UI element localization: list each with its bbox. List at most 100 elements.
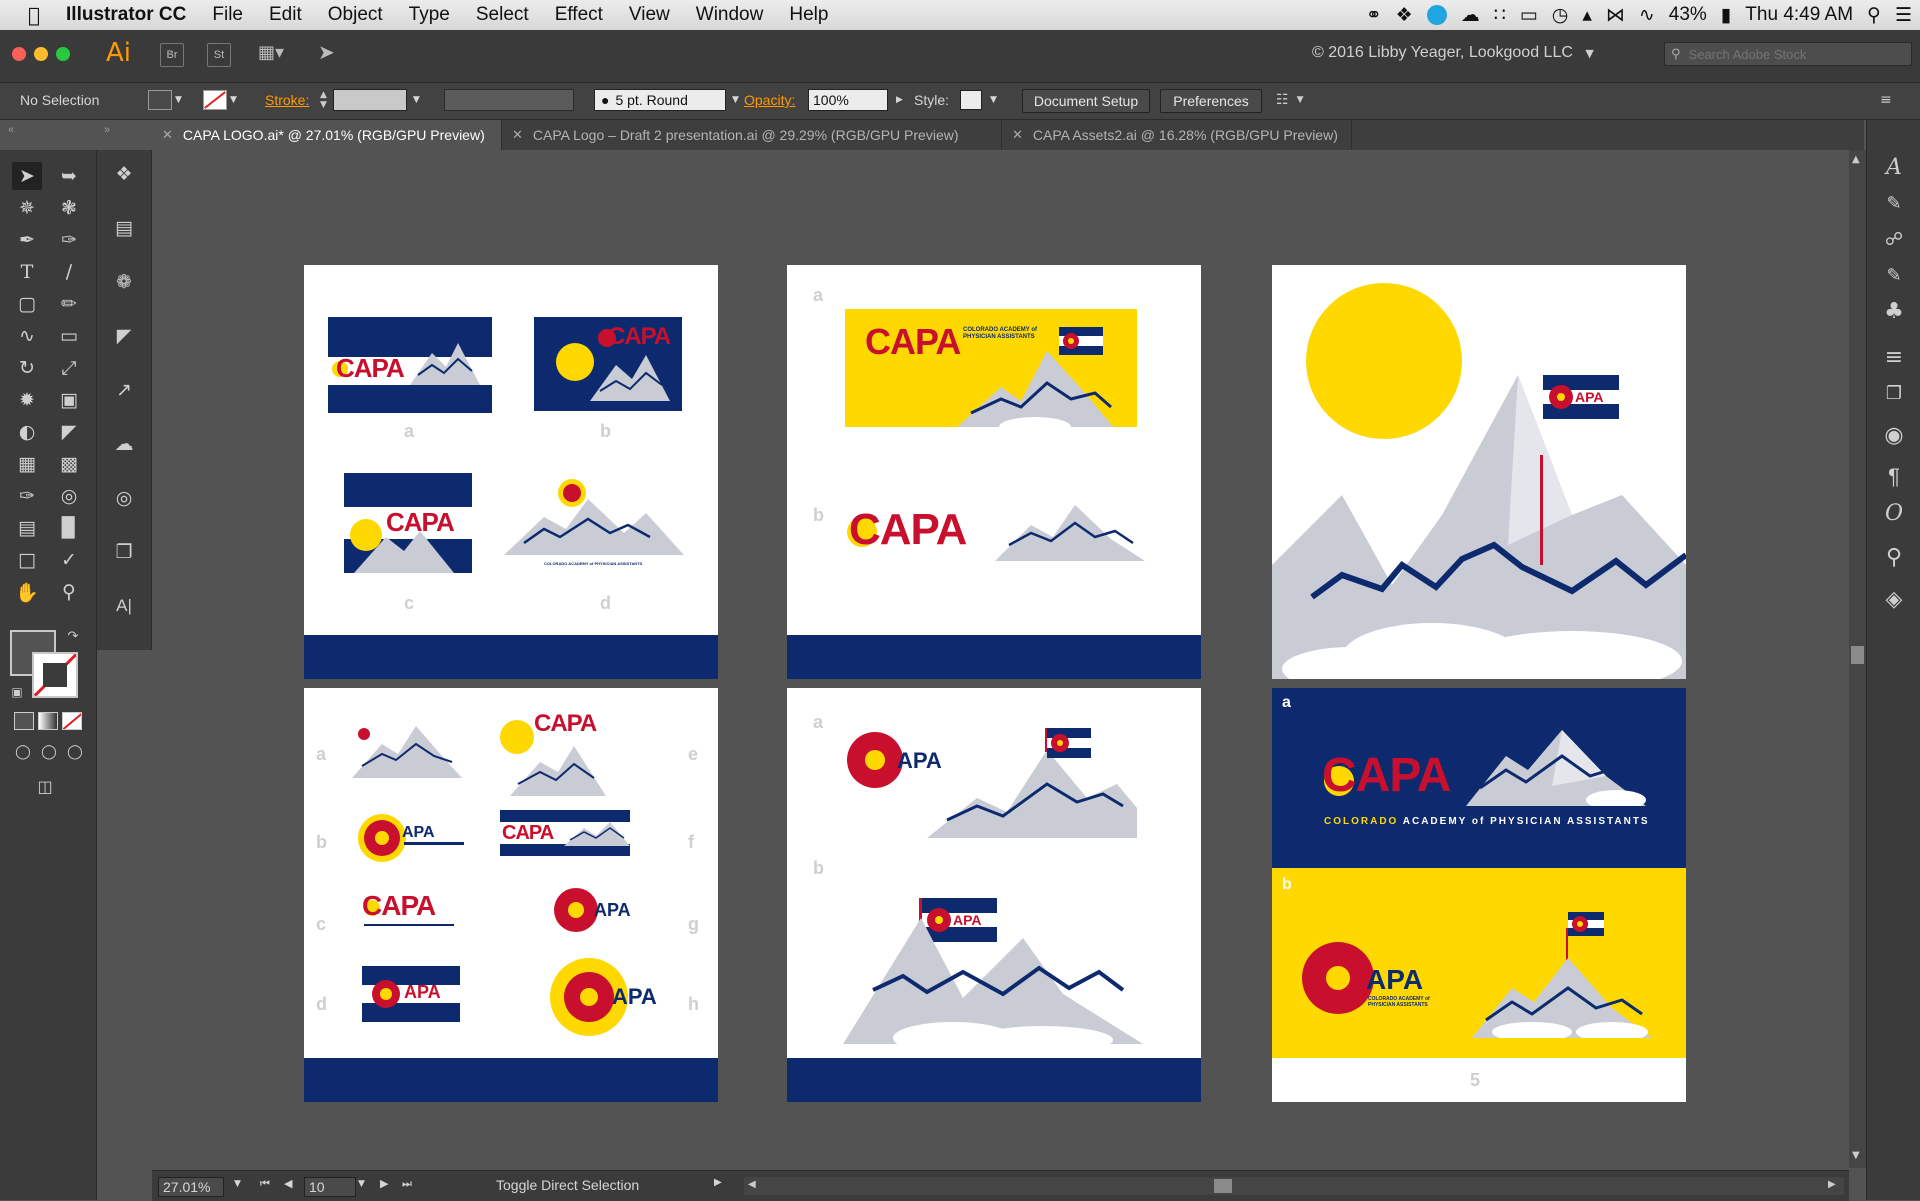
graphic-style-swatch[interactable]: ▼ [960,88,997,112]
document-setup-button[interactable]: Document Setup [1022,89,1150,113]
menu-view[interactable]: View [616,4,683,26]
eraser-tool-icon[interactable]: ▭ [54,322,84,350]
tab-capa-assets2[interactable]: ✕ CAPA Assets2.ai @ 16.28% (RGB/GPU Previ… [1002,120,1352,150]
fill-swatch[interactable]: ▼ [148,88,182,112]
spotlight-search-icon[interactable]: ⚲ [1867,4,1881,26]
logo-option-d[interactable]: COLORADO ACADEMY of PHYSICIAN ASSISTANTS [504,479,684,569]
default-fill-stroke-icon[interactable]: ▣ [2,678,32,706]
menu-effect[interactable]: Effect [542,4,616,26]
pen-tool-icon[interactable]: ✒ [12,226,42,254]
stroke-panel-icon[interactable]: ≡ [1879,342,1909,372]
menu-type[interactable]: Type [396,4,463,26]
draw-inside-icon[interactable]: ◯ [60,738,90,766]
lasso-tool-icon[interactable]: ❃ [54,194,84,222]
tab-capa-logo[interactable]: ✕ CAPA LOGO.ai* @ 27.01% (RGB/GPU Preview… [152,120,502,150]
zoom-dropdown-icon[interactable]: ▼ [234,1179,241,1189]
stroke-color-swatch[interactable] [32,652,78,698]
none-mode-button[interactable] [62,712,82,730]
workspace-switcher[interactable]: © 2016 Libby Yeager, Lookgood LLC ▼ [1312,44,1594,62]
slice-tool-icon[interactable]: ✓ [54,546,84,574]
color-mode-button[interactable] [14,712,34,730]
menu-help[interactable]: Help [776,4,841,26]
navy-presentation-panel[interactable]: a CAPA COLORADO ACADEMY of PHYSICIAN ASS… [1272,688,1686,868]
opacity-label[interactable]: Opacity: [744,88,795,112]
line-segment-tool-icon[interactable]: ∕ [54,258,84,286]
artboard-2[interactable]: a CAPA COLORADO ACADEMY of PHYSICIAN ASS… [787,265,1201,679]
logo-option-b[interactable]: CAPA [534,317,682,411]
club-symbol-icon[interactable]: ♣ [1879,296,1909,326]
close-tab-icon[interactable]: ✕ [512,128,523,143]
vertical-scroll-thumb[interactable] [1851,646,1864,664]
dropbox-icon[interactable]: ❖ [1396,4,1413,26]
arrange-icon[interactable]: ☷ ▼ [1276,88,1303,112]
close-tab-icon[interactable]: ✕ [1012,128,1023,143]
artboard-canvas[interactable]: CAPA a CAPA b CAPA c COLORADO ACADEMY of… [152,150,1849,1168]
logo-option-d-flag[interactable]: APA [362,966,460,1022]
eyedropper-tool-icon[interactable]: ✑ [12,482,42,510]
artboard-3[interactable]: APA [1272,265,1686,679]
battery-icon[interactable]: ▮ [1721,4,1731,26]
logo-option-c[interactable]: CAPA [344,473,472,573]
logo-option-c-wordmark[interactable]: CAPA [362,890,462,930]
gradient-tool-icon[interactable]: ▩ [54,450,84,478]
paintbrush-tool-icon[interactable]: ✏ [54,290,84,318]
logo-option-f[interactable]: CAPA [500,810,630,862]
menu-clock[interactable]: Thu 4:49 AM [1745,4,1853,26]
menu-app-name[interactable]: Illustrator CC [53,4,199,26]
navigator-panel-icon[interactable]: ⚲ [1879,542,1909,572]
column-graph-tool-icon[interactable]: ▉ [54,514,84,542]
appearance-panel-icon[interactable]: ◎ [109,484,139,512]
logo-option-e[interactable]: CAPA [500,710,610,796]
direct-selection-tool-icon[interactable]: ➥ [54,162,84,190]
preferences-button[interactable]: Preferences [1160,89,1262,113]
scroll-right-arrow-icon[interactable]: ▶ [1828,1179,1836,1190]
status-menu-icon[interactable]: ▶ [714,1177,722,1188]
arrange-documents-icon[interactable]: ▦▾ [258,42,284,63]
panel-collapse-left[interactable]: « [8,124,14,136]
menu-select[interactable]: Select [463,4,542,26]
mesh-tool-icon[interactable]: ▦ [12,450,42,478]
curvature-tool-icon[interactable]: ✑ [54,226,84,254]
rotate-tool-icon[interactable]: ↻ [12,354,42,382]
artboard-1[interactable]: CAPA a CAPA b CAPA c COLORADO ACADEMY of… [304,265,718,679]
menu-edit[interactable]: Edit [256,4,315,26]
logo-option-g[interactable]: APA [554,888,654,936]
tab-capa-logo-draft-2[interactable]: ✕ CAPA Logo – Draft 2 presentation.ai @ 2… [502,120,1002,150]
artboard-number-field[interactable]: 10 [304,1177,356,1197]
stock-button[interactable]: St [207,43,231,67]
transparency-panel-icon[interactable]: ◤ [109,322,139,350]
pathfinder-panel-icon[interactable]: ❐ [1879,378,1909,408]
panel-menu-icon[interactable]: ≡ [1880,88,1892,112]
stroke-swatch[interactable]: ▼ [203,88,237,112]
shazam-icon[interactable] [1426,5,1447,25]
artboard-5[interactable]: a APA b APA [787,688,1201,1102]
opacity-field[interactable]: 100% ▶ [808,88,903,112]
artboard-4[interactable]: a b c d e f g h CAPA APA CAPA CAPA APA A… [304,688,718,1102]
opentype-panel-icon[interactable]: O [1879,498,1909,528]
bridge-button[interactable]: Br [160,43,184,67]
cloud-icon[interactable]: ☁ [1461,4,1480,26]
logo-option-a[interactable] [352,722,462,778]
scale-tool-icon[interactable]: ⤢ [54,354,84,382]
swatches-panel-icon[interactable]: ◉ [1879,420,1909,450]
horizontal-scrollbar[interactable]: ◀ ▶ [744,1177,1844,1195]
volume-icon[interactable]: ▴ [1582,4,1592,26]
type-tool-icon[interactable]: T [12,258,42,286]
wifi-icon[interactable]: ∿ [1639,4,1655,26]
airplay-icon[interactable]: ▭ [1520,4,1538,26]
blend-tool-icon[interactable]: ◎ [54,482,84,510]
scroll-left-arrow-icon[interactable]: ◀ [748,1179,756,1190]
white-banner-logo[interactable]: CAPA [845,499,1145,563]
screen-mode-icon[interactable]: ◫ [30,772,60,800]
gradient-mode-button[interactable] [38,712,58,730]
logo-option-a[interactable]: CAPA [328,317,492,413]
close-tab-icon[interactable]: ✕ [162,128,173,143]
logo-option-h[interactable]: APA [550,958,670,1038]
magic-wand-tool-icon[interactable]: ✵ [12,194,42,222]
variable-width-profile[interactable] [444,88,574,112]
zoom-tool-icon[interactable]: ⚲ [54,578,84,606]
minimize-window-button[interactable] [34,47,48,61]
symbols-panel-icon[interactable]: ❁ [109,268,139,296]
horizontal-scroll-thumb[interactable] [1214,1179,1232,1193]
bluetooth-icon[interactable]: ⋈ [1606,4,1625,26]
